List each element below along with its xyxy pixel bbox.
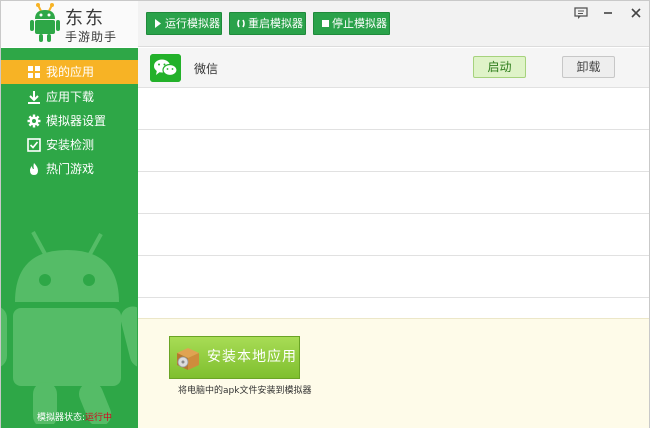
install-hint: 将电脑中的apk文件安装到模拟器 bbox=[178, 386, 312, 396]
install-local-app-label: 安装本地应用 bbox=[207, 349, 297, 365]
restart-emulator-button[interactable]: 重启模拟器 bbox=[229, 12, 306, 35]
android-robot-icon bbox=[30, 3, 60, 42]
list-item bbox=[138, 88, 649, 130]
hot-icon bbox=[30, 163, 38, 175]
restart-icon bbox=[237, 19, 245, 28]
sidebar: 我的应用 应用下载 模拟器设置 安装检测 热门游戏 模拟器状态:运行中 bbox=[1, 48, 138, 428]
gear-icon bbox=[27, 114, 41, 128]
play-icon bbox=[155, 19, 161, 28]
install-local-app-button[interactable]: 安装本地应用 bbox=[169, 336, 300, 379]
minimize-icon[interactable] bbox=[600, 5, 616, 21]
status-label: 模拟器状态: bbox=[37, 413, 86, 423]
android-mascot-illustration bbox=[1, 231, 137, 424]
list-item bbox=[138, 130, 649, 172]
wechat-icon bbox=[150, 54, 181, 82]
list-item bbox=[138, 256, 649, 298]
uninstall-app-button[interactable]: 卸载 bbox=[562, 56, 615, 78]
sidebar-item-my-apps[interactable]: 我的应用 bbox=[1, 60, 138, 84]
package-box-icon bbox=[177, 348, 199, 370]
sidebar-item-label: 应用下载 bbox=[46, 90, 95, 104]
list-item: 微信 启动 卸载 bbox=[138, 48, 649, 88]
download-icon bbox=[28, 91, 40, 104]
app-list: 微信 启动 卸载 安装本地应用 将电脑中的apk文件安装到模拟器 bbox=[138, 48, 649, 428]
sidebar-item-hot-games[interactable]: 热门游戏 bbox=[1, 157, 138, 181]
stop-emulator-button[interactable]: 停止模拟器 bbox=[313, 12, 390, 35]
restart-emulator-label: 重启模拟器 bbox=[248, 17, 303, 30]
list-item bbox=[138, 172, 649, 214]
sidebar-item-install-check[interactable]: 安装检测 bbox=[1, 133, 138, 157]
launch-app-button[interactable]: 启动 bbox=[473, 56, 526, 78]
list-item bbox=[138, 214, 649, 256]
brand-subtitle: 手游助手 bbox=[65, 30, 118, 44]
stop-icon bbox=[322, 20, 329, 27]
run-emulator-label: 运行模拟器 bbox=[165, 17, 220, 30]
checkbox-icon bbox=[27, 138, 41, 152]
sidebar-item-label: 安装检测 bbox=[46, 138, 95, 152]
sidebar-item-label: 模拟器设置 bbox=[46, 114, 107, 128]
message-icon[interactable] bbox=[573, 5, 589, 21]
app-window: 东东 手游助手 运行模拟器 重启模拟器 停止模拟器 我的应用 应用下载 模拟器设… bbox=[0, 0, 650, 428]
install-panel: 安装本地应用 将电脑中的apk文件安装到模拟器 bbox=[138, 318, 649, 428]
sidebar-item-app-download[interactable]: 应用下载 bbox=[1, 85, 138, 109]
title-bar: 东东 手游助手 运行模拟器 重启模拟器 停止模拟器 bbox=[1, 1, 649, 47]
sidebar-item-emulator-settings[interactable]: 模拟器设置 bbox=[1, 109, 138, 133]
grid-icon bbox=[28, 66, 40, 78]
run-emulator-button[interactable]: 运行模拟器 bbox=[146, 12, 222, 35]
logo: 东东 手游助手 bbox=[1, 1, 138, 47]
brand-name: 东东 bbox=[65, 8, 105, 29]
sidebar-item-label: 我的应用 bbox=[46, 65, 95, 79]
stop-emulator-label: 停止模拟器 bbox=[332, 17, 387, 30]
close-icon[interactable] bbox=[628, 5, 644, 21]
status-value: 运行中 bbox=[85, 413, 113, 423]
emulator-status: 模拟器状态:运行中 bbox=[37, 410, 112, 423]
sidebar-item-label: 热门游戏 bbox=[46, 162, 95, 176]
app-name: 微信 bbox=[194, 62, 219, 76]
